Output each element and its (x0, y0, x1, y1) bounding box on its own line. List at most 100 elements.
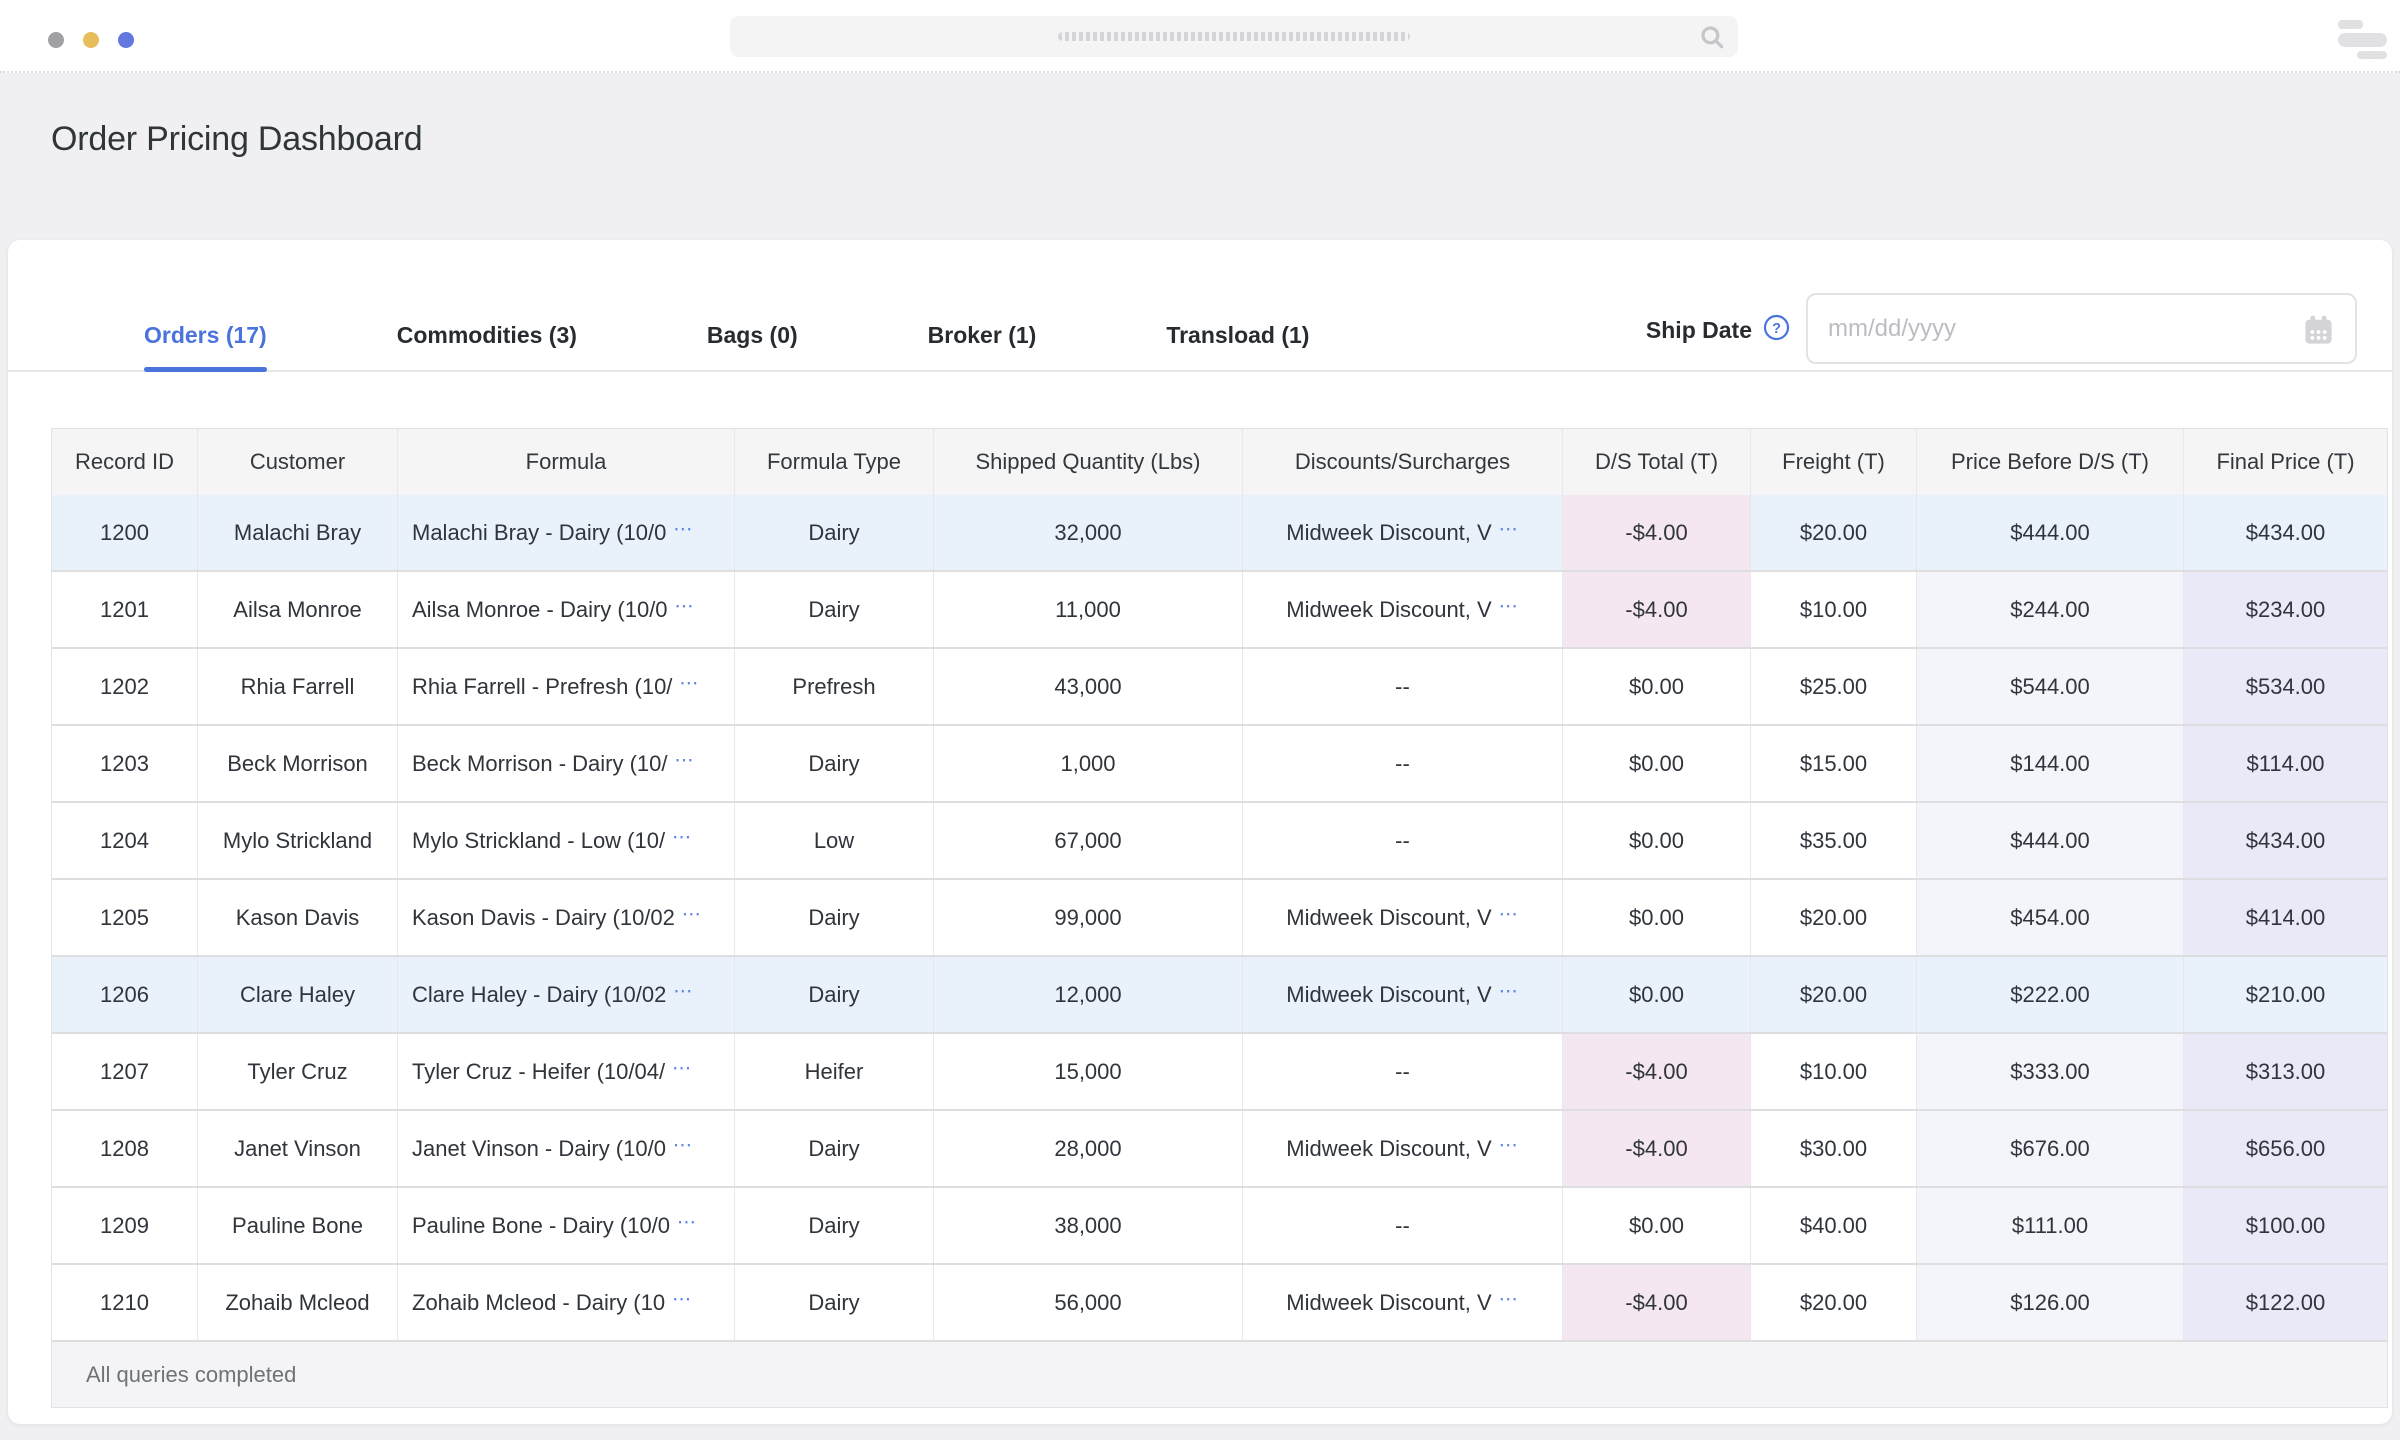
cell-ds-total: $0.00 (1563, 1188, 1751, 1263)
truncation-ellipsis-icon[interactable]: ⋯ (1499, 903, 1519, 926)
cell-final-price: $100.00 (2184, 1188, 2387, 1263)
cell-formula[interactable]: Clare Haley - Dairy (10/02⋯ (398, 957, 735, 1032)
window-dot-yellow-icon[interactable] (83, 32, 99, 48)
tab-orders[interactable]: Orders (17) (144, 322, 267, 349)
table-row[interactable]: 1202 Rhia Farrell Rhia Farrell - Prefres… (52, 649, 2387, 726)
cell-record-id: 1207 (52, 1034, 198, 1109)
cell-discounts[interactable]: -- (1243, 1034, 1563, 1109)
cell-freight: $10.00 (1751, 572, 1917, 647)
table-row[interactable]: 1210 Zohaib Mcleod Zohaib Mcleod - Dairy… (52, 1265, 2387, 1342)
tab-commodities[interactable]: Commodities (3) (397, 322, 577, 349)
tab-broker[interactable]: Broker (1) (928, 322, 1037, 349)
cell-formula[interactable]: Ailsa Monroe - Dairy (10/0⋯ (398, 572, 735, 647)
truncation-ellipsis-icon[interactable]: ⋯ (677, 1211, 697, 1234)
cell-discounts[interactable]: Midweek Discount, V⋯ (1243, 495, 1563, 570)
browser-search-input[interactable] (730, 16, 1738, 57)
ship-date-input[interactable]: mm/dd/yyyy (1806, 293, 2357, 364)
cell-record-id: 1203 (52, 726, 198, 801)
cell-freight: $35.00 (1751, 803, 1917, 878)
cell-formula[interactable]: Janet Vinson - Dairy (10/0⋯ (398, 1111, 735, 1186)
cell-discounts[interactable]: Midweek Discount, V⋯ (1243, 1265, 1563, 1340)
cell-discounts[interactable]: -- (1243, 1188, 1563, 1263)
table-row[interactable]: 1203 Beck Morrison Beck Morrison - Dairy… (52, 726, 2387, 803)
truncation-ellipsis-icon[interactable]: ⋯ (675, 749, 695, 772)
table-row[interactable]: 1209 Pauline Bone Pauline Bone - Dairy (… (52, 1188, 2387, 1265)
cell-shipped-quantity: 32,000 (934, 495, 1243, 570)
cell-customer: Beck Morrison (198, 726, 398, 801)
truncation-ellipsis-icon[interactable]: ⋯ (1499, 980, 1519, 1003)
cell-record-id: 1208 (52, 1111, 198, 1186)
table-row[interactable]: 1205 Kason Davis Kason Davis - Dairy (10… (52, 880, 2387, 957)
cell-formula-type: Low (735, 803, 934, 878)
truncation-ellipsis-icon[interactable]: ⋯ (672, 826, 692, 849)
truncation-ellipsis-icon[interactable]: ⋯ (673, 518, 693, 541)
cell-formula-type: Dairy (735, 1188, 934, 1263)
tabs: Orders (17) Commodities (3) Bags (0) Bro… (51, 322, 1309, 370)
table-row[interactable]: 1201 Ailsa Monroe Ailsa Monroe - Dairy (… (52, 572, 2387, 649)
tab-bags[interactable]: Bags (0) (707, 322, 798, 349)
cell-formula[interactable]: Malachi Bray - Dairy (10/0⋯ (398, 495, 735, 570)
cell-freight: $30.00 (1751, 1111, 1917, 1186)
column-header-formula: Formula (398, 429, 735, 495)
column-header-customer: Customer (198, 429, 398, 495)
cell-ds-total: $0.00 (1563, 957, 1751, 1032)
cell-discounts[interactable]: -- (1243, 803, 1563, 878)
cell-shipped-quantity: 28,000 (934, 1111, 1243, 1186)
truncation-ellipsis-icon[interactable]: ⋯ (673, 980, 693, 1003)
app-menu-icon[interactable] (2338, 18, 2390, 60)
cell-formula[interactable]: Zohaib Mcleod - Dairy (10⋯ (398, 1265, 735, 1340)
truncation-ellipsis-icon[interactable]: ⋯ (672, 1288, 692, 1311)
cell-price-before: $144.00 (1917, 726, 2184, 801)
dashboard-card: Orders (17) Commodities (3) Bags (0) Bro… (8, 240, 2392, 1424)
table-row[interactable]: 1206 Clare Haley Clare Haley - Dairy (10… (52, 957, 2387, 1034)
truncation-ellipsis-icon[interactable]: ⋯ (1499, 1288, 1519, 1311)
orders-table: Record IDCustomerFormulaFormula TypeShip… (51, 428, 2388, 1342)
cell-discounts[interactable]: Midweek Discount, V⋯ (1243, 880, 1563, 955)
cell-formula[interactable]: Kason Davis - Dairy (10/02⋯ (398, 880, 735, 955)
column-header-formula_type: Formula Type (735, 429, 934, 495)
window-dot-blue-icon[interactable] (118, 32, 134, 48)
question-circle-icon[interactable]: ? (1763, 314, 1790, 346)
truncation-ellipsis-icon[interactable]: ⋯ (682, 903, 702, 926)
truncation-ellipsis-icon[interactable]: ⋯ (1499, 1134, 1519, 1157)
status-text: All queries completed (86, 1362, 296, 1388)
table-row[interactable]: 1208 Janet Vinson Janet Vinson - Dairy (… (52, 1111, 2387, 1188)
calendar-icon[interactable] (2300, 312, 2337, 354)
cell-customer: Pauline Bone (198, 1188, 398, 1263)
cell-record-id: 1201 (52, 572, 198, 647)
truncation-ellipsis-icon[interactable]: ⋯ (675, 595, 695, 618)
cell-formula[interactable]: Mylo Strickland - Low (10/⋯ (398, 803, 735, 878)
cell-shipped-quantity: 67,000 (934, 803, 1243, 878)
truncation-ellipsis-icon[interactable]: ⋯ (673, 1134, 693, 1157)
cell-ds-total: -$4.00 (1563, 572, 1751, 647)
cell-formula[interactable]: Tyler Cruz - Heifer (10/04/⋯ (398, 1034, 735, 1109)
cell-freight: $20.00 (1751, 1265, 1917, 1340)
cell-freight: $20.00 (1751, 957, 1917, 1032)
table-row[interactable]: 1207 Tyler Cruz Tyler Cruz - Heifer (10/… (52, 1034, 2387, 1111)
cell-formula-type: Dairy (735, 957, 934, 1032)
truncation-ellipsis-icon[interactable]: ⋯ (679, 672, 699, 695)
cell-discounts[interactable]: Midweek Discount, V⋯ (1243, 572, 1563, 647)
window-dot-gray-icon[interactable] (48, 32, 64, 48)
magnifier-icon[interactable] (1699, 24, 1725, 55)
cell-formula[interactable]: Beck Morrison - Dairy (10/⋯ (398, 726, 735, 801)
cell-ds-total: $0.00 (1563, 880, 1751, 955)
table-row[interactable]: 1204 Mylo Strickland Mylo Strickland - L… (52, 803, 2387, 880)
cell-formula-type: Dairy (735, 495, 934, 570)
cell-discounts[interactable]: -- (1243, 649, 1563, 724)
cell-final-price: $656.00 (2184, 1111, 2387, 1186)
cell-shipped-quantity: 99,000 (934, 880, 1243, 955)
cell-ds-total: -$4.00 (1563, 1111, 1751, 1186)
tab-transload[interactable]: Transload (1) (1166, 322, 1309, 349)
cell-discounts[interactable]: -- (1243, 726, 1563, 801)
truncation-ellipsis-icon[interactable]: ⋯ (672, 1057, 692, 1080)
cell-ds-total: $0.00 (1563, 649, 1751, 724)
cell-formula[interactable]: Rhia Farrell - Prefresh (10/⋯ (398, 649, 735, 724)
truncation-ellipsis-icon[interactable]: ⋯ (1499, 518, 1519, 541)
truncation-ellipsis-icon[interactable]: ⋯ (1499, 595, 1519, 618)
cell-shipped-quantity: 12,000 (934, 957, 1243, 1032)
cell-discounts[interactable]: Midweek Discount, V⋯ (1243, 1111, 1563, 1186)
cell-formula[interactable]: Pauline Bone - Dairy (10/0⋯ (398, 1188, 735, 1263)
cell-discounts[interactable]: Midweek Discount, V⋯ (1243, 957, 1563, 1032)
table-row[interactable]: 1200 Malachi Bray Malachi Bray - Dairy (… (52, 495, 2387, 572)
